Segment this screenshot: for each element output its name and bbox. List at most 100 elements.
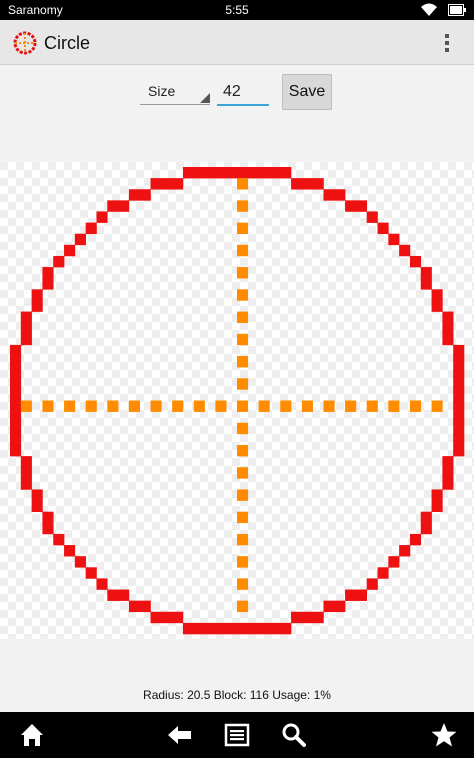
axis-block <box>409 400 422 412</box>
circle-block <box>107 589 119 601</box>
circle-block <box>377 222 389 235</box>
axis-block <box>388 400 400 412</box>
overflow-menu-icon[interactable] <box>443 32 451 56</box>
circle-block <box>10 422 22 435</box>
axis-block <box>85 400 97 412</box>
spinner-arrow-icon <box>200 93 210 103</box>
axis-block <box>215 400 227 412</box>
circle-block <box>291 611 303 624</box>
menu-icon[interactable] <box>223 721 251 749</box>
circle-grid-canvas <box>0 162 474 642</box>
circle-block <box>453 433 465 446</box>
axis-block <box>237 178 249 190</box>
axis-block <box>366 400 378 412</box>
circle-block <box>237 622 249 635</box>
save-button[interactable]: Save <box>282 74 332 110</box>
circle-block <box>172 611 184 624</box>
circle-block <box>31 289 43 301</box>
circle-block <box>204 622 216 635</box>
circle-block <box>442 333 454 346</box>
circle-block <box>442 322 454 335</box>
status-bar: Saranomy 5:55 <box>0 0 474 20</box>
axis-block <box>431 400 443 412</box>
circle-block <box>74 556 86 568</box>
circle-block <box>64 545 76 557</box>
circle-block <box>10 344 22 357</box>
axis-block <box>237 400 249 412</box>
circle-block <box>258 167 270 179</box>
circle-block <box>226 622 238 635</box>
axis-block <box>237 311 249 323</box>
circle-block <box>453 444 465 457</box>
circle-block <box>442 311 454 323</box>
axis-block <box>193 400 205 412</box>
circle-block <box>420 522 432 535</box>
circle-block <box>20 467 32 479</box>
circle-block <box>269 167 281 179</box>
circle-block <box>31 500 43 512</box>
wifi-icon <box>421 3 437 16</box>
circle-block <box>193 167 205 179</box>
circle-block <box>226 167 238 179</box>
circle-block <box>399 244 411 257</box>
circle-block <box>42 511 54 524</box>
circle-block <box>301 178 313 190</box>
search-icon[interactable] <box>280 721 308 749</box>
circle-block <box>53 255 65 268</box>
circle-block <box>420 511 432 524</box>
circle-block <box>139 600 151 613</box>
circle-block <box>442 478 454 490</box>
circle-block <box>269 622 281 635</box>
circle-block <box>10 411 22 424</box>
circle-block <box>420 278 432 290</box>
circle-block <box>193 622 205 635</box>
circle-block <box>409 533 422 546</box>
circle-block <box>182 167 195 179</box>
back-icon[interactable] <box>166 721 194 749</box>
size-spinner[interactable]: Size <box>140 80 210 105</box>
home-icon[interactable] <box>18 721 46 749</box>
axis-block <box>237 489 249 501</box>
circle-block <box>10 367 22 379</box>
circle-block <box>453 356 465 368</box>
circle-block <box>312 178 324 190</box>
axis-block <box>237 556 249 568</box>
circle-block <box>453 367 465 379</box>
circle-block <box>280 622 292 635</box>
axis-block <box>150 400 162 412</box>
circle-block <box>366 578 378 590</box>
circle-block <box>20 333 32 346</box>
circle-block <box>42 522 54 535</box>
axis-block <box>237 578 249 590</box>
circle-block <box>345 589 357 601</box>
circle-block <box>453 344 465 357</box>
crosshair-circle-icon[interactable] <box>12 30 38 56</box>
circle-block <box>161 611 173 624</box>
axis-block <box>237 422 249 435</box>
axis-block <box>237 467 249 479</box>
axis-block <box>237 444 249 457</box>
circle-block <box>247 167 259 179</box>
axis-block <box>280 400 292 412</box>
app-title: Circle <box>44 33 91 53</box>
circle-block <box>96 211 108 223</box>
circle-block <box>355 200 368 212</box>
circle-block <box>161 178 173 190</box>
size-input[interactable] <box>217 80 269 106</box>
circle-block <box>323 189 335 201</box>
circle-block <box>366 211 378 223</box>
circle-grid[interactable] <box>0 162 474 642</box>
circle-block <box>453 411 465 424</box>
circle-block <box>53 533 65 546</box>
circle-block <box>31 489 43 501</box>
nav-bar <box>0 712 474 758</box>
circle-block <box>399 545 411 557</box>
circle-block <box>74 233 86 246</box>
circle-block <box>150 611 162 624</box>
circle-block <box>20 311 32 323</box>
axis-block <box>128 400 141 412</box>
circle-block <box>345 200 357 212</box>
circle-block <box>453 378 465 390</box>
circle-block <box>10 444 22 457</box>
star-icon[interactable] <box>430 721 458 749</box>
